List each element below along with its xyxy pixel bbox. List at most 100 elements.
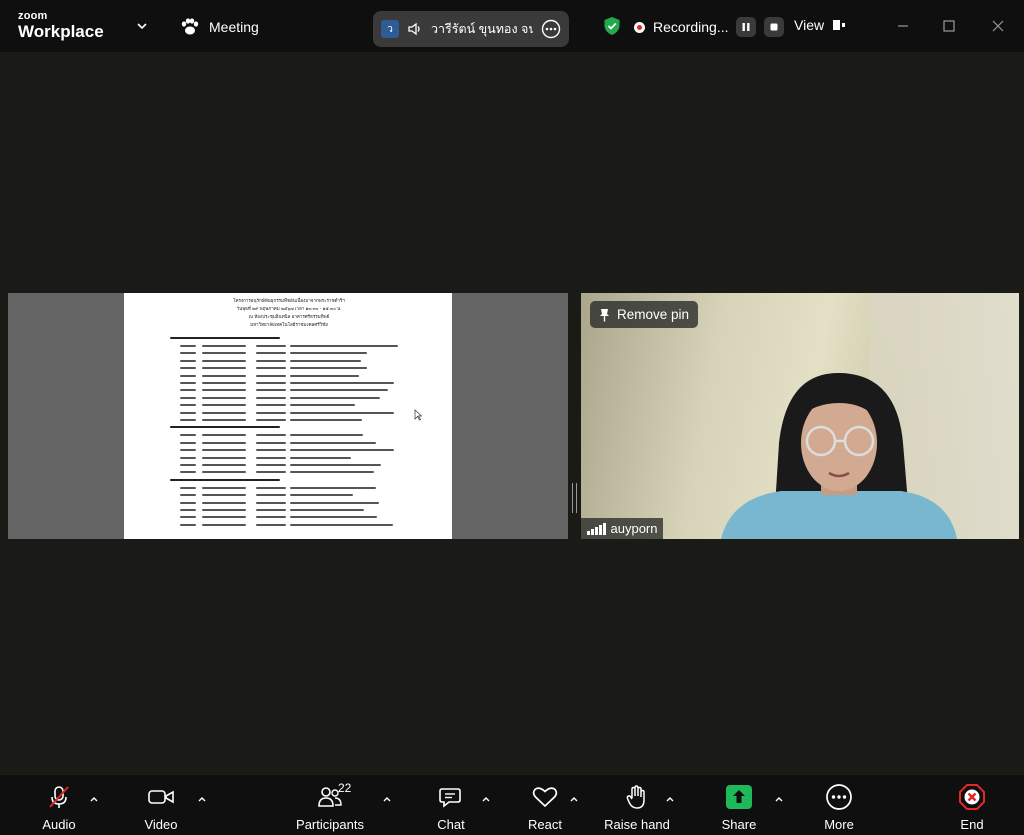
doc-text-line [180, 412, 196, 414]
close-icon [992, 20, 1004, 32]
doc-text-line [180, 404, 196, 406]
doc-text-line [202, 471, 246, 473]
doc-text-line [290, 389, 388, 391]
speaker-name: วารีรัตน์ ขุนทอง จนแ [431, 19, 533, 39]
doc-text-line [180, 382, 196, 384]
doc-text-line [290, 449, 394, 451]
remove-pin-button[interactable]: Remove pin [590, 301, 698, 328]
doc-text-line [202, 352, 246, 354]
audio-options-caret-icon[interactable] [88, 793, 100, 805]
doc-text-line [202, 360, 246, 362]
doc-text-line [202, 509, 246, 511]
raise-hand-label: Raise hand [604, 817, 670, 832]
pause-recording-button[interactable] [736, 17, 756, 37]
doc-text-line [202, 502, 246, 504]
participant-name-tag: auyporn [581, 518, 663, 539]
doc-text-line [290, 404, 355, 406]
doc-text-line [180, 345, 196, 347]
doc-text-line [256, 375, 286, 377]
doc-text-line [290, 516, 377, 518]
participants-label: Participants [296, 817, 364, 832]
doc-text-line [290, 442, 376, 444]
doc-text-line [290, 471, 374, 473]
participants-options-caret-icon[interactable] [381, 793, 393, 805]
doc-text-line [256, 404, 286, 406]
end-label: End [960, 817, 983, 832]
mouse-cursor-icon [414, 409, 422, 421]
doc-text-line [202, 382, 246, 384]
chat-label: Chat [437, 817, 464, 832]
doc-text-line [256, 345, 286, 347]
doc-text-line [290, 352, 367, 354]
more-button[interactable]: More [820, 783, 858, 832]
doc-text-line [256, 434, 286, 436]
chevron-down-icon[interactable] [134, 18, 150, 34]
chat-options-caret-icon[interactable] [480, 793, 492, 805]
chat-button[interactable]: Chat [434, 783, 468, 832]
participants-button[interactable]: 22 Participants [294, 783, 366, 832]
doc-text-line [180, 442, 196, 444]
screen-share-tile[interactable]: โครงการอนุรักษ์พันธุกรรมพืชอันเนื่องมาจา… [8, 293, 568, 539]
meeting-info-button[interactable]: Meeting [180, 17, 259, 37]
doc-text-line [256, 471, 286, 473]
audio-button[interactable]: Audio [40, 783, 78, 832]
pinned-video-tile[interactable]: Remove pin auyporn [581, 293, 1019, 539]
resize-handle[interactable] [572, 483, 577, 513]
doc-text-line [180, 494, 196, 496]
more-options-icon[interactable] [541, 19, 561, 39]
video-button[interactable]: Video [142, 783, 180, 832]
participant-name: auyporn [611, 521, 658, 536]
doc-text-line [180, 471, 196, 473]
brand-bottom: Workplace [18, 23, 104, 40]
video-options-caret-icon[interactable] [196, 793, 208, 805]
minimize-button[interactable] [891, 14, 915, 38]
doc-section-heading-line [170, 426, 280, 428]
active-speaker-pill[interactable]: ว วารีรัตน์ ขุนทอง จนแ [373, 11, 569, 47]
doc-text-line [180, 434, 196, 436]
raise-hand-options-caret-icon[interactable] [664, 793, 676, 805]
doc-text-line [180, 375, 196, 377]
doc-text-line [256, 457, 286, 459]
doc-text-line [256, 487, 286, 489]
doc-text-line [256, 382, 286, 384]
more-label: More [824, 817, 854, 832]
heart-icon [531, 785, 559, 809]
zoom-logo: zoom Workplace [18, 11, 104, 40]
doc-text-line [202, 367, 246, 369]
doc-text-line [180, 516, 196, 518]
close-button[interactable] [986, 14, 1010, 38]
doc-text-line [202, 412, 246, 414]
doc-text-line [202, 457, 246, 459]
security-shield-icon[interactable] [602, 16, 622, 36]
doc-text-line [202, 449, 246, 451]
maximize-button[interactable] [937, 14, 961, 38]
remove-pin-label: Remove pin [617, 307, 689, 322]
share-margin-left [8, 293, 124, 539]
doc-text-line [202, 434, 246, 436]
view-button[interactable]: View [794, 17, 846, 33]
share-screen-button[interactable]: Share [720, 783, 758, 832]
react-options-caret-icon[interactable] [568, 793, 580, 805]
doc-text-line [256, 367, 286, 369]
doc-text-line [256, 449, 286, 451]
doc-text-line [202, 404, 246, 406]
doc-text-line [180, 419, 196, 421]
recording-dot-icon [634, 22, 645, 33]
doc-text-line [290, 434, 363, 436]
doc-text-line [180, 502, 196, 504]
doc-text-line [256, 412, 286, 414]
raise-hand-button[interactable]: Raise hand [602, 783, 672, 832]
react-button[interactable]: React [526, 783, 564, 832]
stop-recording-button[interactable] [764, 17, 784, 37]
title-bar: zoom Workplace Meeting ว วารีรัตน์ ขุนทอ… [0, 0, 1024, 52]
doc-text-line [256, 352, 286, 354]
share-margin-right [452, 293, 568, 539]
doc-text-line [202, 524, 246, 526]
share-label: Share [722, 817, 757, 832]
end-meeting-button[interactable]: End [953, 783, 991, 832]
speaker-avatar: ว [381, 20, 399, 38]
doc-text-line [256, 509, 286, 511]
minimize-icon [897, 20, 909, 32]
maximize-icon [943, 20, 955, 32]
share-options-caret-icon[interactable] [773, 793, 785, 805]
